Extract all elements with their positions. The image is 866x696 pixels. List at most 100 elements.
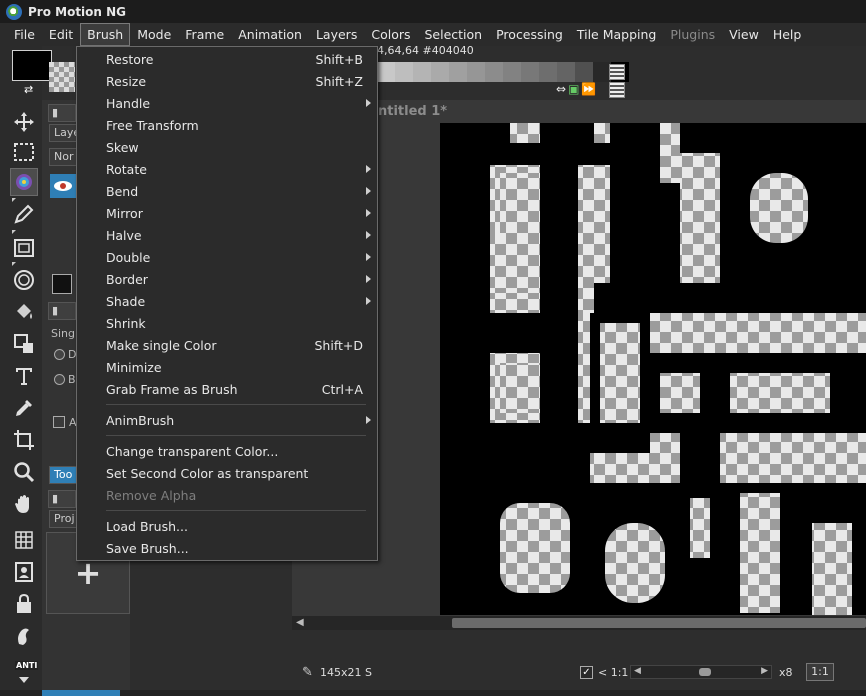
tab-tools[interactable]: Too [49, 466, 77, 484]
layer-thumbnail[interactable] [52, 274, 72, 294]
brush-menu-animbrush[interactable]: AnimBrush [77, 409, 377, 431]
brush-menu-double[interactable]: Double [77, 246, 377, 268]
swap-colors-icon[interactable]: ⇄ [24, 84, 36, 96]
drawing-canvas[interactable] [440, 123, 866, 615]
zoom-1to1-button[interactable]: 1:1 [806, 663, 834, 681]
ratio-checkbox[interactable]: ✓ [580, 666, 593, 679]
palette-swatch[interactable] [539, 62, 557, 82]
palette-grid-icon[interactable] [609, 82, 625, 98]
horizontal-scrollbar[interactable]: ◀ [292, 616, 866, 630]
palette-edit-icon[interactable]: ▣ [568, 82, 579, 96]
palette-swatch[interactable] [521, 62, 539, 82]
layer-mode-select[interactable]: Nor [49, 148, 77, 166]
menu-item-label: Shade [106, 293, 146, 309]
palette-swatch[interactable] [575, 62, 593, 82]
menu-tile-mapping[interactable]: Tile Mapping [570, 23, 664, 46]
brush-menu-handle[interactable]: Handle [77, 92, 377, 114]
brush-menu-skew[interactable]: Skew [77, 136, 377, 158]
palette-grid-icon[interactable] [609, 64, 625, 80]
brush-menu-bend[interactable]: Bend [77, 180, 377, 202]
zoom-slider-thumb[interactable] [699, 668, 711, 676]
panel-header-icon[interactable]: ▮ [48, 104, 76, 122]
text-tool[interactable] [10, 362, 38, 390]
hand-tool[interactable] [10, 490, 38, 518]
scroll-left-icon[interactable]: ◀ [296, 617, 304, 628]
swap-arrows-icon[interactable]: ⇔ [556, 82, 566, 96]
brush-menu-make-single-color[interactable]: Make single Color Shift+D [77, 334, 377, 356]
brush-menu-halve[interactable]: Halve [77, 224, 377, 246]
crop-tool[interactable] [10, 426, 38, 454]
menu-animation[interactable]: Animation [231, 23, 309, 46]
move-tool[interactable] [10, 108, 38, 136]
fast-forward-icon[interactable]: ⏩ [581, 82, 596, 96]
menu-selection[interactable]: Selection [418, 23, 490, 46]
menu-view[interactable]: View [722, 23, 766, 46]
palette-swatch[interactable] [557, 62, 575, 82]
grid-tool[interactable] [10, 526, 38, 554]
zoom-tool[interactable] [10, 458, 38, 486]
brush-menu-shade[interactable]: Shade [77, 290, 377, 312]
palette-swatch[interactable] [377, 62, 395, 82]
eyedropper-tool[interactable] [10, 394, 38, 422]
pencil-tool[interactable] [10, 200, 38, 228]
palette-swatch[interactable] [467, 62, 485, 82]
layer-visibility[interactable] [50, 174, 76, 198]
brush-menu-free-transform[interactable]: Free Transform [77, 114, 377, 136]
tab-project[interactable]: Proj [49, 510, 77, 528]
palette-swatch[interactable] [485, 62, 503, 82]
antialias-toggle[interactable]: ANTI [15, 661, 39, 670]
rectangle-tool[interactable] [10, 234, 38, 262]
background-color-swatch[interactable] [49, 62, 75, 92]
menu-frame[interactable]: Frame [178, 23, 231, 46]
brush-menu-restore[interactable]: Restore Shift+B [77, 48, 377, 70]
menu-colors[interactable]: Colors [364, 23, 417, 46]
brush-menu-change-transparent-color[interactable]: Change transparent Color... [77, 440, 377, 462]
scrollbar-thumb[interactable] [452, 618, 866, 628]
menu-edit[interactable]: Edit [42, 23, 80, 46]
palette-swatch[interactable] [413, 62, 431, 82]
option-checkbox[interactable] [53, 416, 65, 428]
brush-menu-minimize[interactable]: Minimize [77, 356, 377, 378]
palette-swatch[interactable] [431, 62, 449, 82]
tab-layers[interactable]: Laye [49, 124, 80, 142]
document-tab[interactable]: ntitled 1* [378, 104, 447, 119]
brush-menu-load-brush[interactable]: Load Brush... [77, 515, 377, 537]
more-tools-icon[interactable] [19, 677, 29, 683]
text-icon [16, 368, 32, 385]
brush-menu-mirror[interactable]: Mirror [77, 202, 377, 224]
zoom-slider[interactable]: ◀ ▶ [630, 665, 772, 679]
portrait-tool[interactable] [10, 558, 38, 586]
zoom-left-icon[interactable]: ◀ [634, 666, 641, 676]
palette-swatch[interactable] [395, 62, 413, 82]
panel-header-icon[interactable]: ▮ [48, 302, 76, 320]
menu-help[interactable]: Help [766, 23, 809, 46]
brush-menu-shrink[interactable]: Shrink [77, 312, 377, 334]
brush-menu-save-brush[interactable]: Save Brush... [77, 537, 377, 559]
fill-tool[interactable] [10, 298, 38, 326]
menu-file[interactable]: File [7, 23, 42, 46]
brush-menu-grab-frame-as-brush[interactable]: Grab Frame as Brush Ctrl+A [77, 378, 377, 400]
magic-wand-tool[interactable] [10, 168, 38, 196]
option-radio-2[interactable] [54, 374, 65, 385]
zoom-right-icon[interactable]: ▶ [761, 666, 768, 676]
brush-menu-border[interactable]: Border [77, 268, 377, 290]
menu-brush[interactable]: Brush [80, 23, 131, 46]
ellipse-tool[interactable] [10, 266, 38, 294]
palette-swatch[interactable] [503, 62, 521, 82]
brush-menu-set-second-color-as-transparent[interactable]: Set Second Color as transparent [77, 462, 377, 484]
brush-menu-rotate[interactable]: Rotate [77, 158, 377, 180]
lock-tool[interactable] [10, 590, 38, 618]
smudge-tool[interactable] [10, 622, 38, 650]
option-radio-1[interactable] [54, 349, 65, 360]
menu-layers[interactable]: Layers [309, 23, 364, 46]
panel-header-icon[interactable]: ▮ [48, 490, 76, 508]
menu-plugins[interactable]: Plugins [663, 23, 722, 46]
foreground-color-swatch[interactable] [12, 50, 52, 81]
brush-menu-resize[interactable]: Resize Shift+Z [77, 70, 377, 92]
palette-swatch[interactable] [449, 62, 467, 82]
rect-select-tool[interactable] [10, 138, 38, 166]
menu-item-label: Bend [106, 183, 139, 199]
pattern-fill-tool[interactable] [10, 330, 38, 358]
menu-mode[interactable]: Mode [130, 23, 178, 46]
menu-processing[interactable]: Processing [489, 23, 570, 46]
